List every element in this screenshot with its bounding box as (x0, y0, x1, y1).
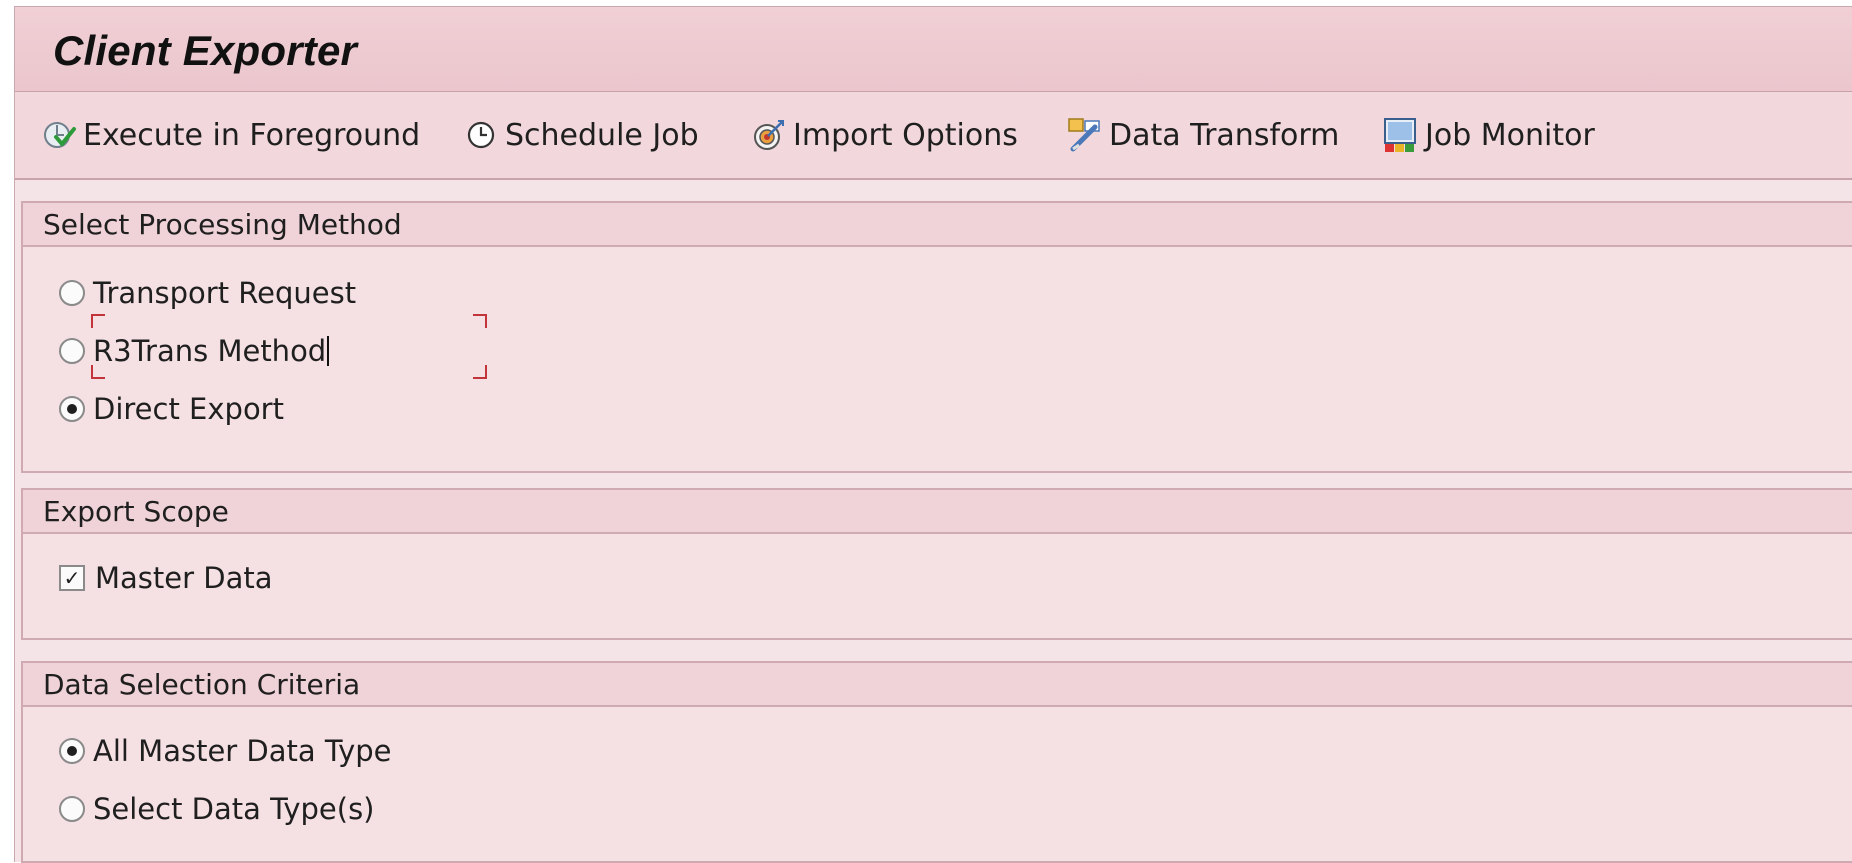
export-scope-header: Export Scope (23, 490, 1852, 534)
export-scope-group: Export Scope ✓ Master Data (21, 488, 1852, 640)
page-title: Client Exporter (53, 27, 358, 74)
title-bar: Client Exporter (15, 7, 1852, 92)
import-options-label: Import Options (793, 117, 1018, 153)
schedule-job-button[interactable]: Schedule Job (461, 114, 699, 156)
select-data-types-radio[interactable] (59, 796, 85, 822)
execute-icon (39, 115, 79, 155)
all-master-data-type-option[interactable]: All Master Data Type (59, 731, 392, 771)
all-master-data-type-label: All Master Data Type (93, 734, 392, 768)
transport-request-label: Transport Request (93, 276, 357, 310)
transport-request-radio[interactable] (59, 280, 85, 306)
select-data-types-option[interactable]: Select Data Type(s) (59, 789, 375, 829)
application-toolbar: Execute in Foreground Schedule Job Impor… (15, 92, 1852, 180)
text-caret (327, 336, 330, 366)
client-exporter-screen: Client Exporter Execute in Foreground Sc… (14, 6, 1852, 863)
processing-method-header: Select Processing Method (23, 203, 1852, 247)
focus-frame-corner (91, 314, 105, 328)
focus-frame-corner (91, 365, 105, 379)
transport-request-option[interactable]: Transport Request (59, 273, 356, 313)
focus-frame-corner (473, 365, 487, 379)
master-data-option[interactable]: ✓ Master Data (59, 558, 273, 598)
data-selection-group: Data Selection Criteria All Master Data … (21, 661, 1852, 863)
select-data-types-label: Select Data Type(s) (93, 792, 375, 826)
target-icon (749, 115, 789, 155)
data-transform-button[interactable]: Data Transform (1065, 114, 1339, 156)
execute-in-foreground-button[interactable]: Execute in Foreground (39, 114, 420, 156)
r3trans-method-radio[interactable] (59, 338, 85, 364)
direct-export-option[interactable]: Direct Export (59, 389, 284, 429)
job-monitor-button[interactable]: Job Monitor (1381, 114, 1595, 156)
data-transform-label: Data Transform (1109, 117, 1340, 153)
transform-icon (1065, 115, 1105, 155)
focus-frame-corner (473, 314, 487, 328)
direct-export-radio[interactable] (59, 396, 85, 422)
processing-method-group: Select Processing Method Transport Reque… (21, 201, 1852, 473)
r3trans-method-label: R3Trans Method (93, 334, 327, 368)
job-monitor-label: Job Monitor (1425, 117, 1595, 153)
data-selection-header: Data Selection Criteria (23, 663, 1852, 707)
schedule-job-label: Schedule Job (505, 117, 699, 153)
execute-in-foreground-label: Execute in Foreground (83, 117, 421, 153)
all-master-data-type-radio[interactable] (59, 738, 85, 764)
master-data-checkbox[interactable]: ✓ (59, 565, 85, 591)
import-options-button[interactable]: Import Options (749, 114, 1018, 156)
direct-export-label: Direct Export (93, 392, 284, 426)
monitor-icon (1381, 115, 1421, 155)
clock-icon (461, 115, 501, 155)
master-data-label: Master Data (95, 561, 273, 595)
